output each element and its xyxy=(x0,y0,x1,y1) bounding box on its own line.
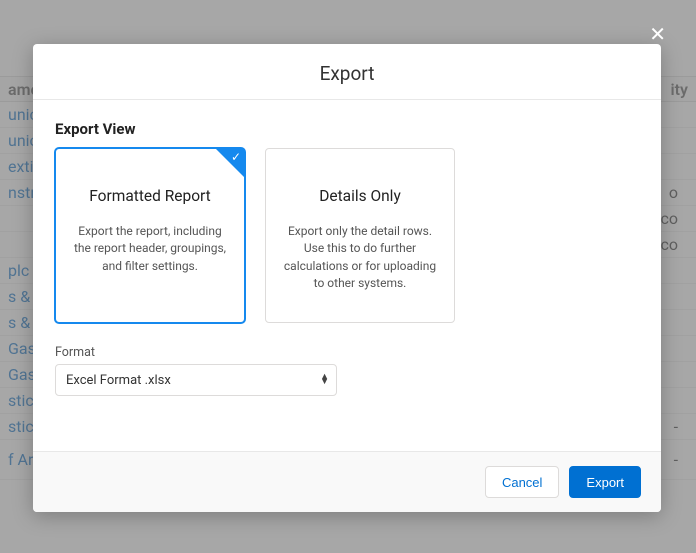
format-select-wrapper: Excel Format .xlsx ▲ ▼ xyxy=(55,364,337,396)
export-button[interactable]: Export xyxy=(569,466,641,498)
format-label: Format xyxy=(55,345,639,360)
modal-header: Export xyxy=(33,44,661,100)
cancel-button[interactable]: Cancel xyxy=(485,466,559,498)
check-icon: ✓ xyxy=(231,151,241,163)
card-formatted-report[interactable]: ✓ Formatted Report Export the report, in… xyxy=(55,148,245,323)
modal-title: Export xyxy=(53,62,641,85)
format-select-value: Excel Format .xlsx xyxy=(66,373,171,388)
export-view-label: Export View xyxy=(55,120,639,138)
export-modal: Export Export View ✓ Formatted Report Ex… xyxy=(33,44,661,512)
card-details-only[interactable]: Details Only Export only the detail rows… xyxy=(265,148,455,323)
card-title: Formatted Report xyxy=(70,187,230,205)
card-title: Details Only xyxy=(280,187,440,205)
card-description: Export only the detail rows. Use this to… xyxy=(280,223,440,293)
modal-body: Export View ✓ Formatted Report Export th… xyxy=(33,100,661,451)
format-select[interactable]: Excel Format .xlsx xyxy=(55,364,337,396)
export-view-cards: ✓ Formatted Report Export the report, in… xyxy=(55,148,639,323)
modal-footer: Cancel Export xyxy=(33,451,661,512)
close-icon[interactable]: ✕ xyxy=(649,24,666,44)
card-description: Export the report, including the report … xyxy=(70,223,230,275)
